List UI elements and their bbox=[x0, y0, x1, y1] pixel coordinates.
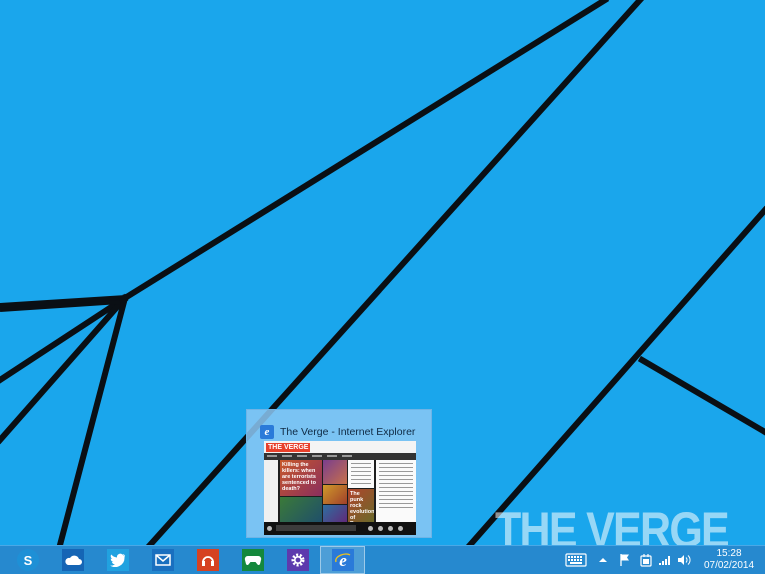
tabs-icon bbox=[378, 526, 383, 531]
skype-icon: S bbox=[16, 549, 39, 571]
show-hidden-icons-icon[interactable] bbox=[597, 550, 609, 570]
browser-address-bar bbox=[264, 522, 416, 535]
settings-icon bbox=[286, 549, 309, 571]
touch-keyboard-icon[interactable] bbox=[564, 550, 588, 570]
taskbar-settings-button[interactable] bbox=[275, 546, 320, 574]
clock[interactable]: 15:28 07/02/2014 bbox=[695, 548, 763, 572]
headline-card bbox=[323, 460, 347, 484]
mail-icon bbox=[151, 549, 174, 571]
onedrive-icon bbox=[61, 549, 84, 571]
site-nav bbox=[264, 453, 416, 460]
url-field bbox=[276, 525, 356, 531]
taskbar: S e 15:28 07/02/2014 bbox=[0, 545, 765, 574]
window-preview-image[interactable]: THE VERGE Killing the killers: when are … bbox=[264, 441, 416, 535]
network-signal-icon[interactable] bbox=[657, 550, 673, 570]
svg-text:S: S bbox=[23, 553, 32, 568]
side-news-list bbox=[376, 460, 416, 522]
clock-date: 07/02/2014 bbox=[703, 560, 755, 571]
site-content-grid: Killing the killers: when are terrorists… bbox=[280, 460, 416, 522]
taskbar-onedrive-button[interactable] bbox=[50, 546, 95, 574]
internet-explorer-icon: e bbox=[331, 549, 354, 571]
taskbar-music-button[interactable] bbox=[185, 546, 230, 574]
music-icon bbox=[196, 549, 219, 571]
site-logo: THE VERGE bbox=[266, 443, 311, 452]
menu-icon bbox=[398, 526, 403, 531]
headline-text: The punk rock evolution of Pussy Riot co… bbox=[350, 491, 374, 522]
headline-card bbox=[323, 485, 347, 504]
power-icon[interactable] bbox=[638, 550, 654, 570]
window-preview-popup[interactable]: e The Verge - Internet Explorer THE VERG… bbox=[246, 409, 432, 538]
taskbar-games-button[interactable] bbox=[230, 546, 275, 574]
headline-card: The punk rock evolution of Pussy Riot co… bbox=[348, 489, 374, 522]
taskbar-mail-button[interactable] bbox=[140, 546, 185, 574]
preview-header: e The Verge - Internet Explorer bbox=[260, 424, 415, 440]
twitter-icon bbox=[106, 549, 129, 571]
headline-card: Killing the killers: when are terrorists… bbox=[280, 460, 322, 496]
taskbar-twitter-button[interactable] bbox=[95, 546, 140, 574]
games-icon bbox=[241, 549, 264, 571]
headline-card bbox=[280, 497, 322, 522]
taskbar-skype-button[interactable]: S bbox=[5, 546, 50, 574]
back-icon bbox=[267, 526, 272, 531]
headline-list bbox=[348, 460, 374, 488]
site-sidebar bbox=[264, 460, 278, 522]
taskbar-internet-explorer-button[interactable]: e bbox=[320, 546, 365, 574]
headline-text: Killing the killers: when are terrorists… bbox=[282, 462, 316, 492]
favorites-icon bbox=[388, 526, 393, 531]
headline-card bbox=[323, 505, 347, 522]
volume-icon[interactable] bbox=[676, 550, 692, 570]
clock-time: 15:28 bbox=[716, 548, 742, 559]
action-center-flag-icon[interactable] bbox=[618, 550, 632, 570]
preview-window-title: The Verge - Internet Explorer bbox=[280, 426, 416, 438]
internet-explorer-icon: e bbox=[260, 425, 274, 439]
site-header: THE VERGE bbox=[264, 441, 416, 460]
refresh-icon bbox=[368, 526, 373, 531]
